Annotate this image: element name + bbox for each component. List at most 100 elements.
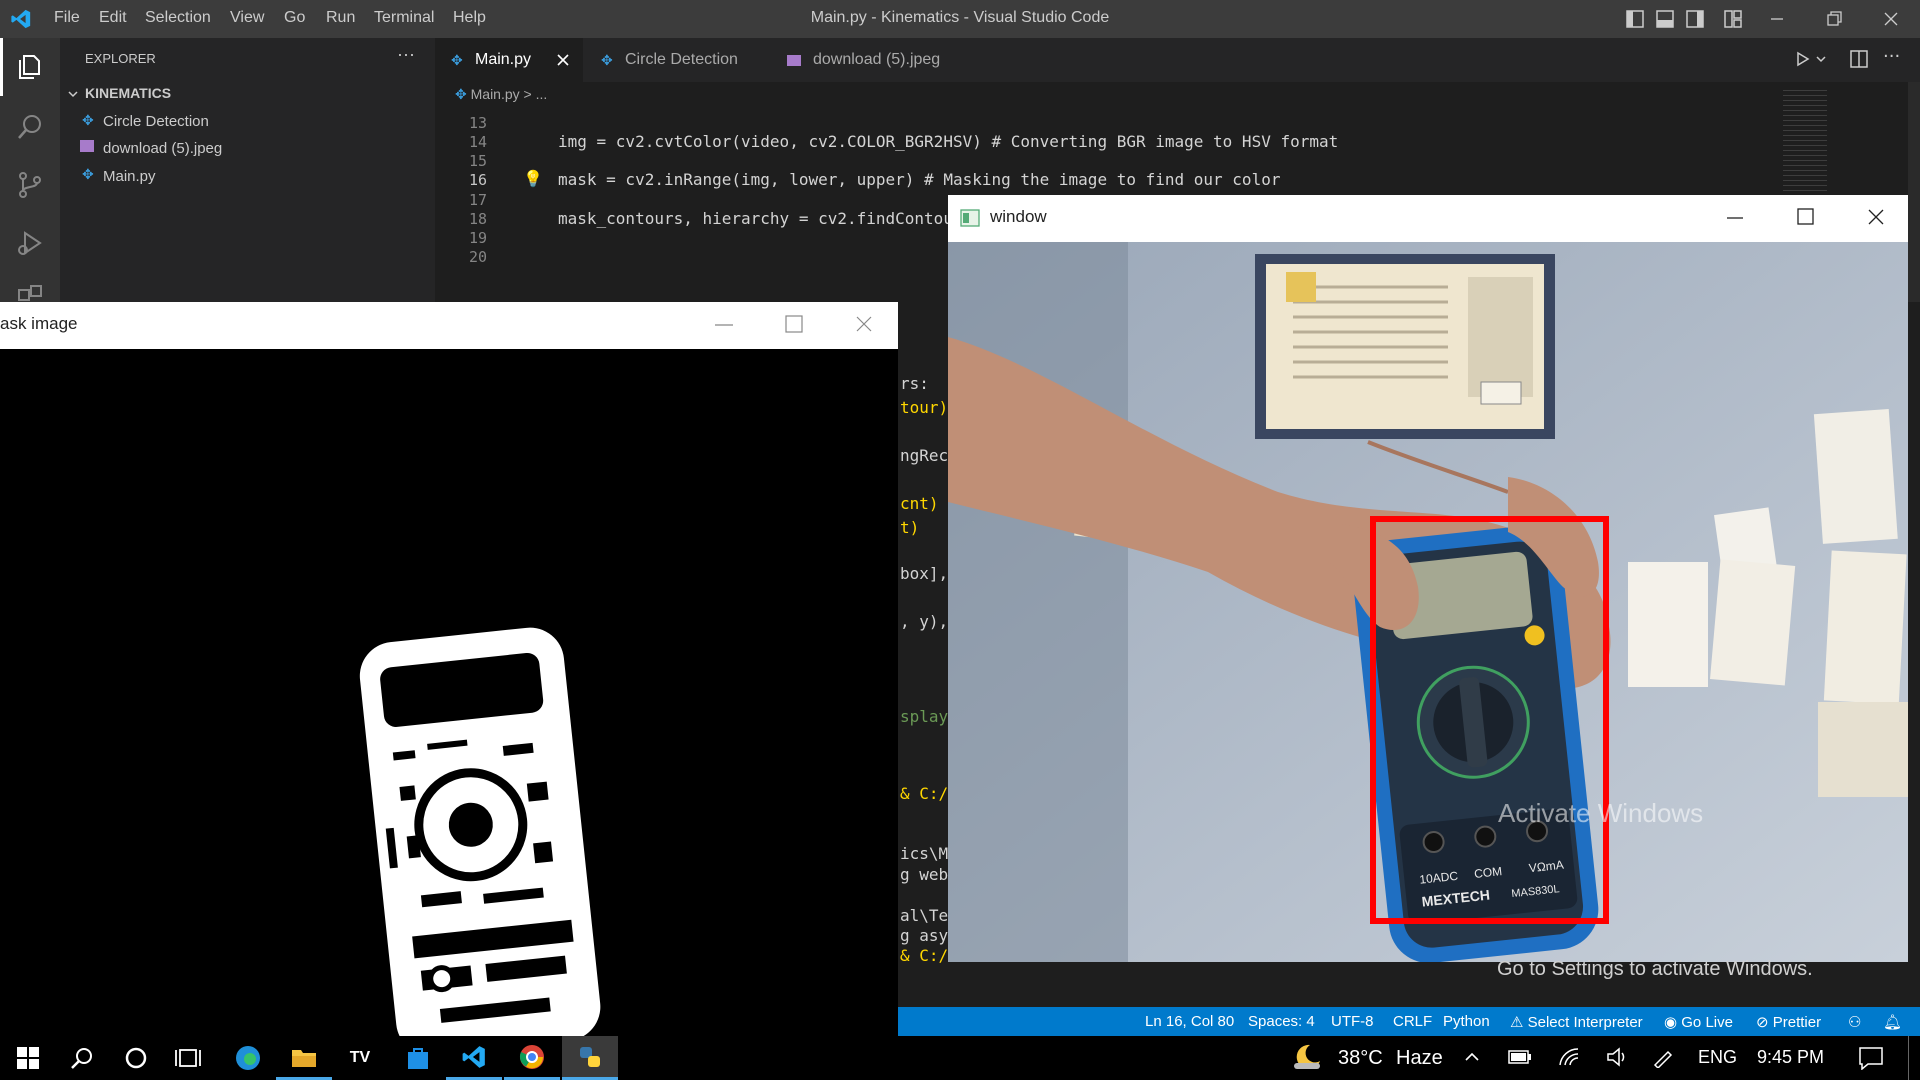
go-live-label: Go Live <box>1681 1014 1733 1031</box>
line-endings[interactable]: CRLF <box>1393 1013 1432 1030</box>
more-actions-icon[interactable]: ··· <box>1883 46 1900 67</box>
minimize-icon[interactable] <box>1724 205 1748 229</box>
toggle-secondary-sidebar-icon[interactable] <box>1686 10 1704 28</box>
action-center-icon[interactable] <box>1858 1046 1884 1070</box>
explorer-icon[interactable] <box>15 52 45 82</box>
volume-icon[interactable] <box>1606 1046 1630 1068</box>
search-icon[interactable] <box>15 112 45 142</box>
task-view-button[interactable] <box>160 1036 216 1080</box>
file-label: download (5).jpeg <box>103 140 223 157</box>
minimize-icon[interactable] <box>712 312 736 336</box>
active-indicator <box>0 38 3 96</box>
taskbar-store[interactable] <box>390 1036 446 1080</box>
title-bar: File Edit Selection View Go Run Terminal… <box>0 0 1920 38</box>
taskbar-file-explorer[interactable] <box>276 1036 332 1080</box>
taskbar-tradingview[interactable]: TV <box>332 1036 388 1080</box>
input-language[interactable]: ENG <box>1698 1047 1737 1068</box>
more-actions-icon[interactable]: ··· <box>397 44 415 65</box>
weather-description[interactable]: Haze <box>1396 1047 1443 1070</box>
wifi-icon[interactable] <box>1558 1046 1582 1068</box>
source-control-icon[interactable] <box>15 170 45 200</box>
search-icon <box>71 1048 92 1069</box>
lightbulb-icon[interactable]: 💡 <box>523 169 543 188</box>
window-titlebar[interactable]: ask image <box>0 302 898 349</box>
minimize-icon[interactable] <box>1768 10 1786 28</box>
python-file-icon: ✥ <box>601 52 613 68</box>
edge-browser-icon <box>236 1046 260 1070</box>
file-label: Circle Detection <box>103 113 209 130</box>
breadcrumb-rest[interactable]: ... <box>536 86 548 102</box>
breadcrumb: ✥ Main.py > ... <box>455 86 547 103</box>
line-number: 16 <box>468 171 487 189</box>
close-icon[interactable] <box>852 312 876 336</box>
code-line: mask = cv2.inRange(img, lower, upper) # … <box>558 170 1281 189</box>
code-fragment: g web <box>900 865 949 884</box>
split-editor-icon[interactable] <box>1850 50 1868 68</box>
broadcast-icon: ◉ <box>1664 1014 1678 1031</box>
minimap[interactable] <box>1783 90 1827 210</box>
clock[interactable]: 9:45 PM <box>1757 1047 1824 1068</box>
python-file-icon: ✥ <box>82 112 94 128</box>
cursor-position[interactable]: Ln 16, Col 80 <box>1145 1013 1234 1030</box>
scrollbar[interactable] <box>1908 82 1920 302</box>
window-title: window <box>990 207 1047 226</box>
chevron-down-icon[interactable] <box>67 88 79 100</box>
taskbar-search[interactable] <box>54 1036 110 1080</box>
tab-circle-detection[interactable]: ✥ Circle Detection <box>585 38 765 82</box>
line-number: 14 <box>468 133 487 151</box>
run-debug-icon[interactable] <box>15 228 45 258</box>
window-title: ask image <box>0 314 78 333</box>
language-mode[interactable]: Python <box>1443 1013 1490 1030</box>
multimeter-port-label: COM <box>1473 864 1502 881</box>
notifications-bell-icon[interactable]: 🔔︎ <box>1883 1013 1902 1031</box>
feedback-icon[interactable]: ⚇ <box>1848 1013 1861 1031</box>
window-titlebar[interactable]: window <box>948 195 1908 242</box>
chevron-up-icon[interactable] <box>1464 1050 1480 1064</box>
code-fragment: rs: <box>900 374 929 393</box>
breadcrumb-file[interactable]: Main.py <box>471 86 520 102</box>
encoding[interactable]: UTF-8 <box>1331 1013 1374 1030</box>
weather-moon-icon[interactable] <box>1290 1041 1324 1073</box>
extensions-icon[interactable] <box>15 282 45 302</box>
editor-tabs: ✥ Main.py ✥ Circle Detection download (5… <box>435 38 1920 82</box>
prettier-button[interactable]: ⊘ Prettier <box>1756 1013 1821 1031</box>
close-tab-icon[interactable] <box>557 54 569 66</box>
weather-temperature[interactable]: 38°C <box>1338 1047 1383 1070</box>
file-label: Main.py <box>103 168 156 185</box>
tab-label: download (5).jpeg <box>813 51 941 68</box>
prettier-label: Prettier <box>1772 1014 1822 1031</box>
taskbar-edge[interactable] <box>220 1036 276 1080</box>
close-icon[interactable] <box>1864 205 1888 229</box>
prettier-check-icon: ⊘ <box>1756 1014 1769 1031</box>
python-file-icon: ✥ <box>451 52 463 68</box>
battery-icon[interactable] <box>1508 1048 1532 1066</box>
maximize-icon[interactable] <box>1794 205 1818 229</box>
cortana-button[interactable] <box>108 1036 164 1080</box>
close-icon[interactable] <box>1882 10 1900 28</box>
customize-layout-icon[interactable] <box>1724 10 1742 28</box>
code-fragment: tour) <box>900 398 949 417</box>
folder-name[interactable]: KINEMATICS <box>85 85 171 101</box>
app-window-icon <box>960 209 980 227</box>
pen-icon[interactable] <box>1652 1046 1676 1068</box>
toggle-panel-icon[interactable] <box>1656 10 1674 28</box>
restore-icon[interactable] <box>1825 10 1843 28</box>
maximize-icon[interactable] <box>782 312 806 336</box>
toggle-sidebar-icon[interactable] <box>1626 10 1644 28</box>
activity-bar <box>0 38 60 302</box>
tab-main-py[interactable]: ✥ Main.py <box>435 38 583 82</box>
taskbar-chrome[interactable] <box>504 1036 560 1080</box>
select-interpreter[interactable]: ⚠ Select Interpreter <box>1510 1013 1643 1031</box>
taskbar-python[interactable] <box>562 1036 618 1080</box>
tab-label: Circle Detection <box>625 51 738 68</box>
show-desktop-divider[interactable] <box>1908 1036 1909 1080</box>
run-file-icon[interactable] <box>1795 50 1829 68</box>
indentation[interactable]: Spaces: 4 <box>1248 1013 1315 1030</box>
taskbar-vscode[interactable] <box>446 1036 502 1080</box>
line-number: 17 <box>468 191 487 209</box>
go-live-button[interactable]: ◉ Go Live <box>1664 1013 1733 1031</box>
code-fragment: splay <box>900 707 949 726</box>
start-button[interactable] <box>0 1036 56 1080</box>
line-number: 19 <box>468 229 487 247</box>
tab-download-jpeg[interactable]: download (5).jpeg <box>773 38 973 82</box>
